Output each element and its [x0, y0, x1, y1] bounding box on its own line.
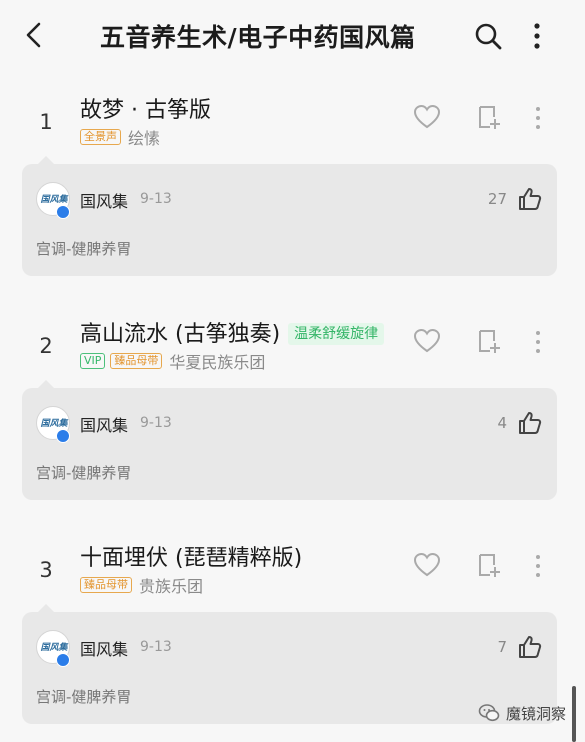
- song-meta: 全景声 绘愫: [80, 126, 160, 148]
- comment-card[interactable]: 国风集 国风集 9-13 7 宫调-健脾养胃: [22, 604, 557, 724]
- add-to-playlist-icon[interactable]: [477, 104, 503, 130]
- song-meta: 臻品母带 贵族乐团: [80, 574, 203, 596]
- wechat-icon: [478, 702, 500, 724]
- quality-tag: 全景声: [80, 129, 121, 145]
- song-row[interactable]: 3 十面埋伏 (琵琶精粹版) 臻品母带 贵族乐团: [0, 530, 585, 610]
- watermark: 魔镜洞察: [478, 702, 566, 724]
- like-count: 27: [487, 190, 507, 208]
- comment-card[interactable]: 国风集 国风集 9-13 27 宫调-健脾养胃: [22, 156, 557, 276]
- song-meta: VIP 臻品母带 华夏民族乐团: [80, 350, 265, 372]
- search-icon[interactable]: [472, 20, 504, 52]
- mood-badge: 温柔舒缓旋律: [288, 323, 385, 345]
- thumbs-up-icon[interactable]: [517, 410, 543, 436]
- comment-text: 宫调-健脾养胃: [36, 464, 132, 482]
- song-title-wrap: 高山流水 (古筝独奏) 温柔舒缓旋律: [80, 316, 385, 348]
- song-title: 十面埋伏 (琵琶精粹版): [80, 546, 303, 571]
- more-vertical-icon[interactable]: [530, 20, 544, 52]
- add-to-playlist-icon[interactable]: [477, 552, 503, 578]
- back-arrow-icon[interactable]: [20, 20, 50, 50]
- scrollbar[interactable]: [572, 686, 576, 742]
- comment-author[interactable]: 国风集: [80, 636, 128, 660]
- more-vertical-icon[interactable]: [533, 328, 543, 356]
- comment-author[interactable]: 国风集: [80, 412, 128, 436]
- card-pointer: [38, 380, 54, 388]
- song-index: 1: [39, 110, 53, 134]
- vip-tag: VIP: [80, 353, 106, 369]
- quality-tag: 臻品母带: [80, 577, 132, 593]
- heart-icon[interactable]: [413, 328, 441, 354]
- song-title: 高山流水 (古筝独奏): [80, 322, 281, 347]
- comment-card[interactable]: 国风集 国风集 9-13 4 宫调-健脾养胃: [22, 380, 557, 500]
- song-row[interactable]: 1 故梦 · 古筝版 全景声 绘愫: [0, 82, 585, 162]
- comment-text: 宫调-健脾养胃: [36, 240, 132, 258]
- comment-date: 9-13: [140, 639, 172, 655]
- song-artist[interactable]: 华夏民族乐团: [169, 349, 265, 373]
- top-bar: 五音养生术/电子中药国风篇: [0, 0, 585, 70]
- page-title: 五音养生术/电子中药国风篇: [100, 23, 416, 52]
- card-pointer: [38, 604, 54, 612]
- song-index: 3: [39, 558, 53, 582]
- comment-text: 宫调-健脾养胃: [36, 688, 132, 706]
- add-to-playlist-icon[interactable]: [477, 328, 503, 354]
- like-count: 4: [497, 414, 507, 432]
- song-title: 故梦 · 古筝版: [80, 98, 211, 123]
- verified-badge-icon: [56, 653, 70, 667]
- song-artist[interactable]: 贵族乐团: [139, 573, 203, 597]
- verified-badge-icon: [56, 429, 70, 443]
- comment-author[interactable]: 国风集: [80, 188, 128, 212]
- card-pointer: [38, 156, 54, 164]
- thumbs-up-icon[interactable]: [517, 634, 543, 660]
- comment-date: 9-13: [140, 415, 172, 431]
- comment-date: 9-13: [140, 191, 172, 207]
- verified-badge-icon: [56, 205, 70, 219]
- like-count: 7: [497, 638, 507, 656]
- song-row[interactable]: 2 高山流水 (古筝独奏) 温柔舒缓旋律 VIP 臻品母带 华夏民族乐团: [0, 306, 585, 386]
- more-vertical-icon[interactable]: [533, 104, 543, 132]
- more-vertical-icon[interactable]: [533, 552, 543, 580]
- heart-icon[interactable]: [413, 104, 441, 130]
- heart-icon[interactable]: [413, 552, 441, 578]
- song-artist[interactable]: 绘愫: [128, 125, 160, 149]
- quality-tag: 臻品母带: [110, 353, 163, 369]
- song-index: 2: [39, 334, 53, 358]
- thumbs-up-icon[interactable]: [517, 186, 543, 212]
- watermark-text: 魔镜洞察: [506, 704, 567, 723]
